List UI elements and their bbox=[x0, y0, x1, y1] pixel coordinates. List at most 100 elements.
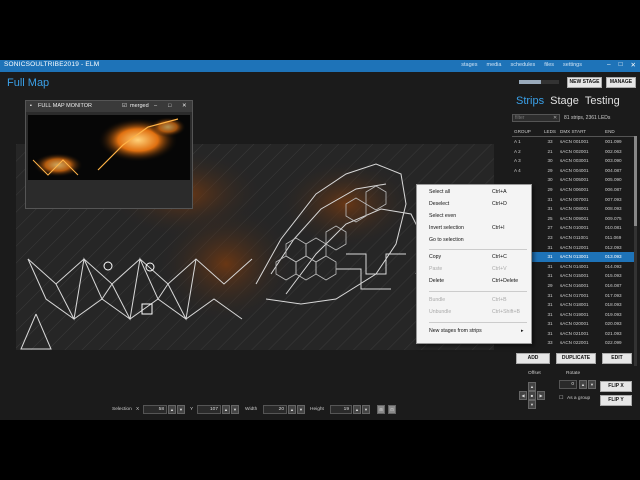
new-stage-button[interactable]: NEW STAGE bbox=[567, 77, 602, 88]
tab-testing[interactable]: Testing bbox=[585, 95, 620, 107]
menu-item-label: Delete bbox=[429, 278, 444, 284]
cell-end: 005.090 bbox=[605, 177, 622, 183]
menu-item-invert-selection[interactable]: Invert selection Ctrl+I bbox=[417, 223, 531, 233]
cell-end: 014.093 bbox=[605, 263, 622, 269]
cell-leds: 31 bbox=[547, 302, 553, 308]
menu-item-delete[interactable]: Delete Ctrl+Delete bbox=[417, 276, 531, 286]
menu-item-new-stages-from-strips[interactable]: New stages from strips ▸ bbox=[417, 326, 531, 336]
nav-stages[interactable]: stages bbox=[461, 62, 477, 68]
tab-strips[interactable]: Strips bbox=[516, 95, 544, 107]
menu-item-copy[interactable]: Copy Ctrl+C bbox=[417, 252, 531, 262]
nav-media[interactable]: media bbox=[486, 62, 501, 68]
nav-schedules[interactable]: schedules bbox=[510, 62, 535, 68]
scrollbar-thumb[interactable] bbox=[634, 136, 637, 226]
duplicate-button[interactable]: DUPLICATE bbox=[556, 353, 596, 364]
menu-item-go-to-selection[interactable]: Go to selection bbox=[417, 235, 531, 245]
cell-end: 019.093 bbox=[605, 311, 622, 317]
width-stepper-up[interactable]: ▲ bbox=[288, 405, 296, 414]
cell-end: 022.099 bbox=[605, 340, 622, 346]
minimize-icon[interactable]: – bbox=[607, 61, 611, 69]
menu-item-select-all[interactable]: Select all Ctrl+A bbox=[417, 187, 531, 197]
rotate-stepper-down[interactable]: ▼ bbox=[588, 380, 596, 389]
menu-item-deselect[interactable]: Deselect Ctrl+D bbox=[417, 199, 531, 209]
offset-left-arrow[interactable]: ◀ bbox=[519, 391, 527, 400]
cell-dmx-start: sACN 017001 bbox=[560, 292, 589, 298]
offset-down-arrow[interactable]: ▼ bbox=[528, 400, 536, 409]
y-stepper-down[interactable]: ▼ bbox=[231, 405, 239, 414]
as-group-checkbox[interactable]: ☐ bbox=[559, 396, 563, 401]
clear-filter-icon[interactable]: ✕ bbox=[553, 115, 557, 121]
cell-group: A 2 bbox=[514, 148, 521, 154]
y-input[interactable]: 107 bbox=[197, 405, 221, 414]
rotate-input[interactable]: 0 bbox=[559, 380, 577, 389]
menu-item-label: Select even bbox=[429, 213, 457, 219]
table-row[interactable]: A 1 33 sACN 001001 001.099 bbox=[512, 137, 635, 147]
monitor-close-icon[interactable]: ✕ bbox=[182, 103, 187, 109]
page-title: Full Map bbox=[7, 77, 50, 89]
header-leds[interactable]: LEDS bbox=[543, 127, 557, 136]
title-bar: SONICSOULTRIBE2019 - ELM stages media sc… bbox=[0, 60, 640, 72]
zoom-slider[interactable] bbox=[519, 80, 559, 84]
rotate-label: Rotate bbox=[566, 371, 581, 376]
table-row[interactable]: A 3 30 sACN 003001 003.090 bbox=[512, 156, 635, 166]
menu-item-unbundle: Unbundle Ctrl+Shift+B bbox=[417, 307, 531, 317]
flip-x-button[interactable]: FLIP X bbox=[600, 381, 632, 392]
full-map-monitor-window[interactable]: ▪ FULL MAP MONITOR ☑ merged – □ ✕ bbox=[25, 100, 193, 209]
panel-tabs: Strips Stage Testing bbox=[516, 95, 620, 107]
offset-up-arrow[interactable]: ▲ bbox=[528, 382, 536, 391]
cell-leds: 29 bbox=[547, 282, 553, 288]
app-window: SONICSOULTRIBE2019 - ELM stages media sc… bbox=[0, 60, 640, 420]
nav-files[interactable]: files bbox=[544, 62, 554, 68]
table-row[interactable]: A 2 21 sACN 002001 002.063 bbox=[512, 147, 635, 157]
table-row[interactable]: A 4 29 sACN 004001 004.087 bbox=[512, 166, 635, 176]
x-input[interactable]: 58 bbox=[143, 405, 167, 414]
cell-dmx-start: sACN 007001 bbox=[560, 196, 589, 202]
cell-end: 013.093 bbox=[605, 254, 622, 260]
maximize-icon[interactable]: □ bbox=[619, 61, 623, 69]
close-icon[interactable]: ✕ bbox=[631, 61, 636, 69]
tab-stage[interactable]: Stage bbox=[550, 95, 579, 107]
width-stepper-down[interactable]: ▼ bbox=[297, 405, 305, 414]
height-input[interactable]: 19 bbox=[330, 405, 352, 414]
menu-item-select-even[interactable]: Select even bbox=[417, 211, 531, 221]
cell-leds: 31 bbox=[547, 244, 553, 250]
monitor-minimize-icon[interactable]: – bbox=[154, 103, 157, 109]
offset-right-arrow[interactable]: ▶ bbox=[537, 391, 545, 400]
nav-settings[interactable]: settings bbox=[563, 62, 582, 68]
add-button[interactable]: ADD bbox=[516, 353, 550, 364]
height-stepper-down[interactable]: ▼ bbox=[362, 405, 370, 414]
strip-count: 81 strips, 2361 LEDs bbox=[564, 115, 611, 121]
cell-leds: 33 bbox=[547, 340, 553, 346]
width-input[interactable]: 20 bbox=[263, 405, 287, 414]
y-stepper-up[interactable]: ▲ bbox=[222, 405, 230, 414]
merged-checkbox[interactable]: ☑ bbox=[122, 103, 127, 109]
table-scrollbar[interactable] bbox=[634, 136, 637, 366]
selection-label: Selection bbox=[112, 407, 132, 412]
menu-item-label: Invert selection bbox=[429, 225, 464, 231]
monitor-maximize-icon[interactable]: □ bbox=[168, 103, 171, 109]
monitor-title-bar[interactable]: ▪ FULL MAP MONITOR ☑ merged – □ ✕ bbox=[26, 101, 192, 112]
manage-button[interactable]: MANAGE bbox=[606, 77, 636, 88]
header-end[interactable]: END bbox=[605, 127, 633, 136]
x-stepper-down[interactable]: ▼ bbox=[177, 405, 185, 414]
height-stepper-up[interactable]: ▲ bbox=[353, 405, 361, 414]
menu-item-shortcut: Ctrl+Shift+B bbox=[492, 309, 520, 315]
menu-separator bbox=[429, 322, 527, 323]
cell-end: 002.063 bbox=[605, 148, 622, 154]
rotate-stepper-up[interactable]: ▲ bbox=[579, 380, 587, 389]
cell-end: 003.090 bbox=[605, 158, 622, 164]
cell-end: 021.093 bbox=[605, 330, 622, 336]
cell-end: 015.093 bbox=[605, 273, 622, 279]
x-stepper-up[interactable]: ▲ bbox=[168, 405, 176, 414]
header-group[interactable]: GROUP bbox=[512, 127, 543, 136]
snap-icon[interactable]: ⊡ bbox=[388, 405, 396, 414]
aspect-lock-icon[interactable]: ⊞ bbox=[377, 405, 385, 414]
monitor-window-icon: ▪ bbox=[30, 103, 32, 109]
edit-button[interactable]: EDIT bbox=[602, 353, 632, 364]
header-dmx-start[interactable]: DMX START bbox=[557, 127, 605, 136]
menu-separator bbox=[429, 291, 527, 292]
offset-center[interactable]: ■ bbox=[528, 391, 536, 400]
width-label: Width bbox=[245, 407, 258, 412]
cell-end: 017.093 bbox=[605, 292, 622, 298]
flip-y-button[interactable]: FLIP Y bbox=[600, 395, 632, 406]
